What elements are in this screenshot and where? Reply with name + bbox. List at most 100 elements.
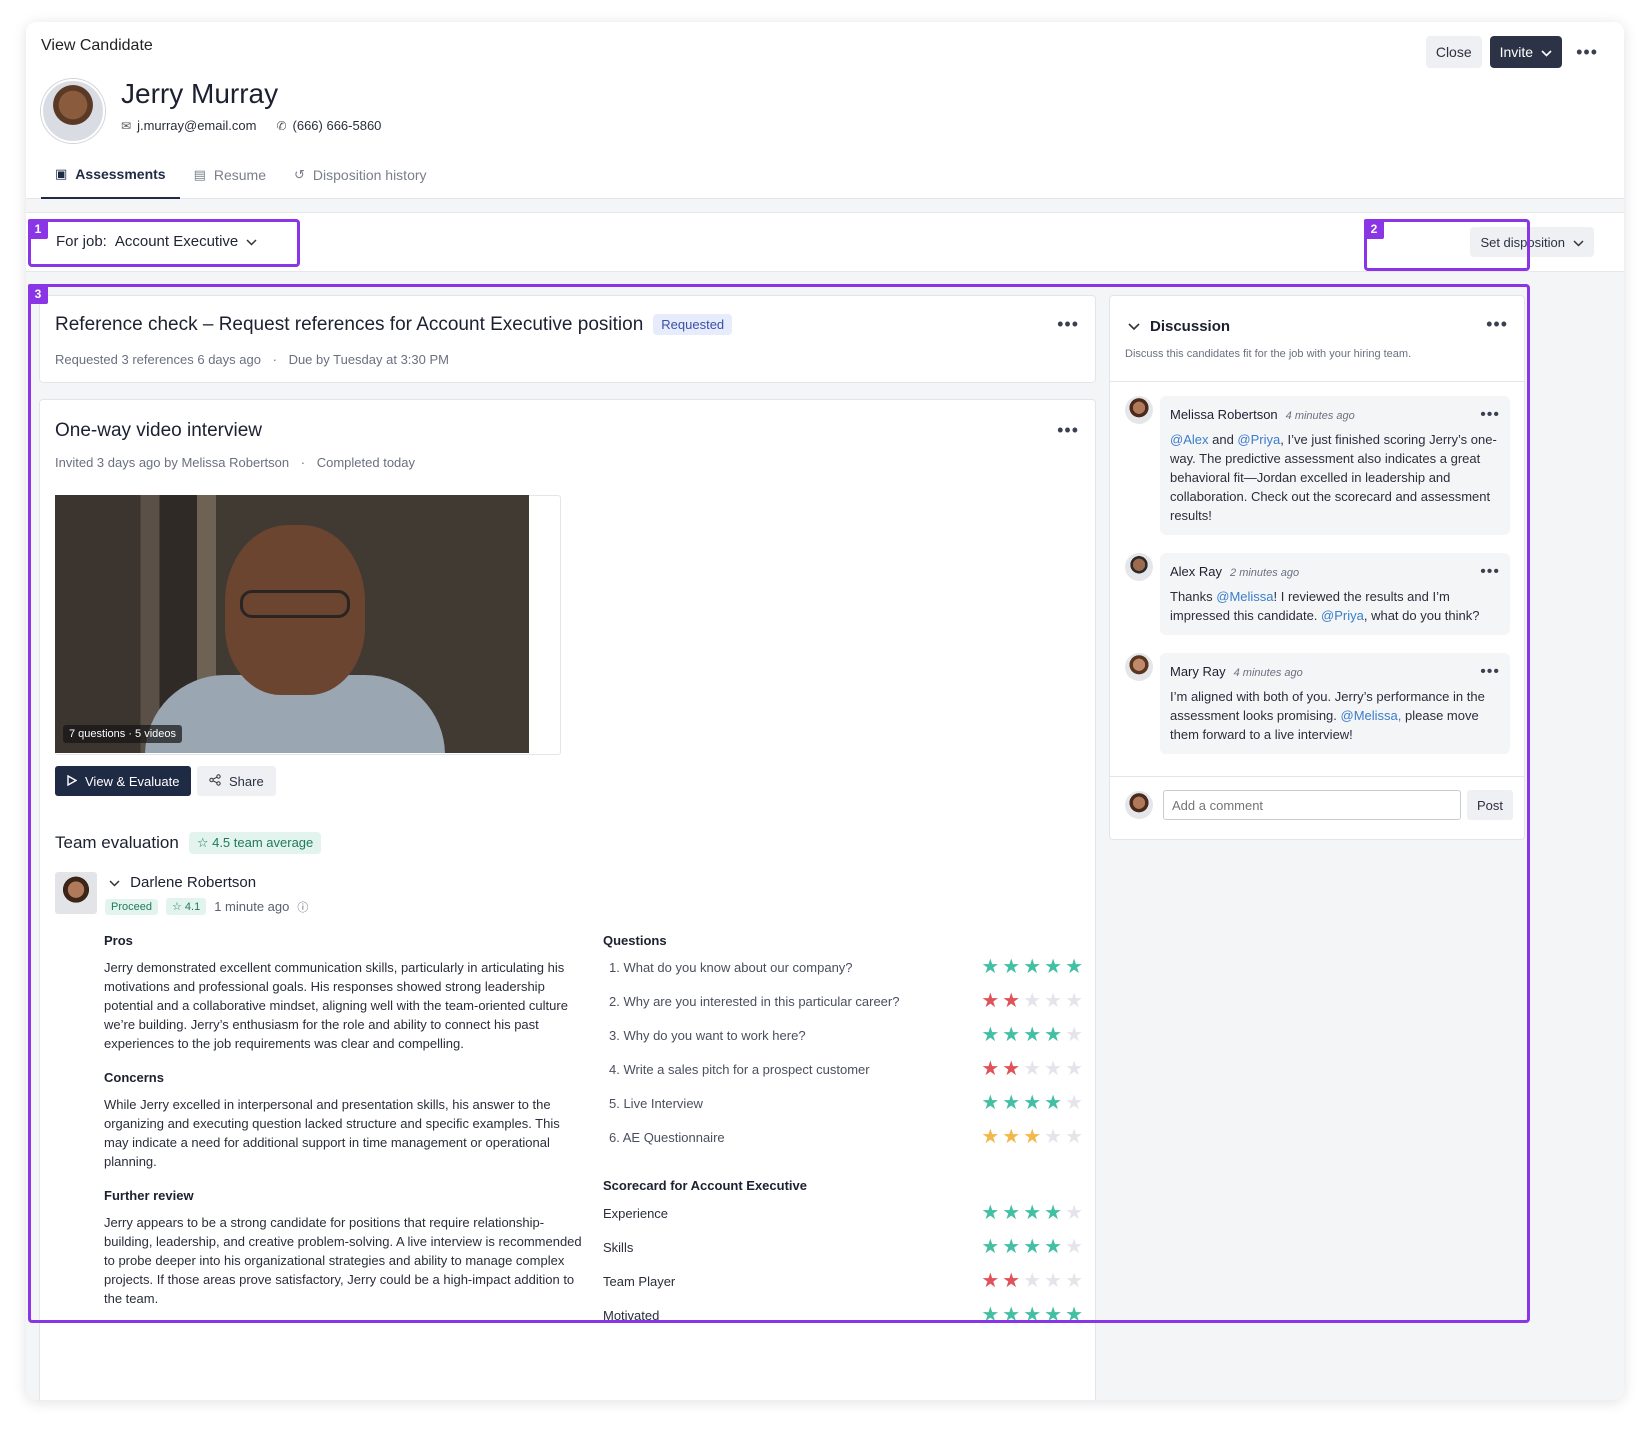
comment-author: Melissa Robertson: [1170, 407, 1278, 422]
comment-input[interactable]: [1163, 790, 1461, 820]
comment-body: Thanks @Melissa! I reviewed the results …: [1170, 587, 1500, 625]
comment-item: Melissa Robertson 4 minutes ago ••• @Ale…: [1160, 396, 1510, 535]
share-button[interactable]: Share: [197, 766, 276, 796]
star-filled-icon: ★: [1002, 1270, 1021, 1292]
question-ratings-list: 1. What do you know about our company? ★ ★…: [603, 950, 1083, 1154]
rating-label[interactable]: 4. Write a sales pitch for a prospect cu…: [609, 1062, 870, 1077]
star-empty-icon: ★: [1065, 1126, 1083, 1148]
mail-icon: ✉: [121, 119, 132, 133]
comment-body: I’m aligned with both of you. Jerry’s pe…: [1170, 687, 1500, 744]
star-filled-icon: ★: [1002, 1202, 1021, 1224]
questions-heading: Questions: [603, 933, 667, 948]
separator: ·: [272, 352, 277, 367]
tab-assessments[interactable]: ▣ Assessments: [41, 150, 180, 199]
star-filled-icon: ★: [1002, 990, 1021, 1012]
star-rating: ★ ★ ★ ★ ★: [981, 1305, 1083, 1322]
rating-label[interactable]: 5. Live Interview: [609, 1096, 703, 1111]
mention-link[interactable]: @Melissa: [1216, 589, 1273, 604]
job-selector[interactable]: For job: Account Executive: [56, 233, 257, 250]
completed-text: Completed today: [316, 455, 416, 470]
rating-label[interactable]: 3. Why do you want to work here?: [609, 1028, 806, 1043]
tab-label: Disposition history: [312, 166, 427, 183]
more-icon[interactable]: •••: [1057, 314, 1079, 335]
candidate-contact: ✉ j.murray@email.com ✆ (666) 666-5860: [121, 118, 381, 133]
more-icon[interactable]: •••: [1480, 663, 1500, 681]
rating-row: 2. Why are you interested in this partic…: [603, 984, 1083, 1018]
mention-link[interactable]: @Priya: [1321, 608, 1364, 623]
team-evaluation-heading: Team evaluation ☆ 4.5 team average: [55, 832, 322, 854]
rating-row: Motivated ★ ★ ★ ★ ★: [603, 1298, 1083, 1322]
discussion-toggle[interactable]: Discussion: [1128, 318, 1230, 335]
star-filled-icon: ★: [981, 1092, 1000, 1114]
mention-link[interactable]: @Melissa,: [1341, 708, 1402, 723]
star-filled-icon: ★: [981, 1236, 1000, 1258]
invite-label: Invite: [1499, 44, 1534, 60]
star-filled-icon: ★: [1023, 1126, 1042, 1148]
post-button[interactable]: Post: [1466, 790, 1513, 820]
star-filled-icon: ★: [981, 956, 1000, 978]
chevron-down-icon: [1573, 235, 1584, 250]
rating-row: 1. What do you know about our company? ★ ★…: [603, 950, 1083, 984]
video-thumbnail[interactable]: 7 questions · 5 videos: [55, 495, 529, 753]
rating-row: 3. Why do you want to work here? ★ ★ ★ ★ ★: [603, 1018, 1083, 1052]
comment-time: 4 minutes ago: [1285, 410, 1355, 422]
star-filled-icon: ★: [1002, 1304, 1021, 1322]
mention-link[interactable]: @Priya: [1237, 432, 1280, 447]
contact-email[interactable]: ✉ j.murray@email.com: [121, 118, 256, 133]
evaluator-name: Darlene Robertson: [130, 874, 257, 891]
star-empty-icon: ★: [1023, 990, 1042, 1012]
comment-composer: Post: [1125, 790, 1513, 822]
close-button[interactable]: Close: [1425, 36, 1482, 68]
star-filled-icon: ★: [1023, 1202, 1042, 1224]
rating-label[interactable]: 2. Why are you interested in this partic…: [609, 994, 899, 1009]
tab-disposition-history[interactable]: ↺ Disposition history: [280, 150, 441, 199]
separator: ·: [300, 455, 306, 470]
info-icon[interactable]: ⓘ: [297, 899, 308, 915]
star-icon: ☆: [171, 901, 185, 913]
more-icon[interactable]: •••: [1486, 314, 1508, 335]
page-title: View Candidate: [41, 37, 153, 54]
team-evaluation-title: Team evaluation: [55, 833, 179, 852]
mention-link[interactable]: @Alex: [1170, 432, 1209, 447]
document-icon: ▤: [193, 166, 206, 182]
star-rating: ★ ★ ★ ★ ★: [981, 1237, 1083, 1257]
more-icon[interactable]: •••: [1480, 563, 1500, 581]
reference-check-card: Reference check – Request references for…: [39, 295, 1096, 383]
video-interview-title: One-way video interview: [55, 420, 262, 441]
rating-label[interactable]: 6. AE Questionnaire: [609, 1130, 725, 1145]
reference-requested: Requested 3 references 6 days ago: [55, 352, 261, 367]
play-icon: [67, 774, 78, 789]
star-filled-icon: ★: [1044, 1024, 1063, 1046]
star-filled-icon: ★: [1002, 1024, 1021, 1046]
star-empty-icon: ★: [1044, 1058, 1063, 1080]
view-evaluate-button[interactable]: View & Evaluate: [55, 766, 192, 796]
star-empty-icon: ★: [1044, 990, 1063, 1012]
more-icon[interactable]: •••: [1570, 43, 1604, 61]
star-filled-icon: ★: [1044, 1202, 1063, 1224]
divider: [1110, 381, 1524, 382]
star-empty-icon: ★: [1065, 1202, 1083, 1224]
share-label: Share: [229, 773, 264, 789]
header-actions: Close Invite •••: [1425, 36, 1604, 68]
more-icon[interactable]: •••: [1480, 406, 1500, 424]
rating-row: Experience ★ ★ ★ ★ ★: [603, 1196, 1083, 1230]
comment-header: Mary Ray 4 minutes ago •••: [1170, 663, 1500, 681]
concerns-text: While Jerry excelled in interpersonal an…: [104, 1097, 560, 1169]
more-icon[interactable]: •••: [1057, 420, 1079, 441]
history-icon: ↺: [294, 166, 305, 182]
video-count-label: 7 questions · 5 videos: [63, 725, 183, 743]
further-review-text: Jerry appears to be a strong candidate f…: [104, 1215, 582, 1306]
invite-button[interactable]: Invite: [1489, 36, 1563, 68]
set-disposition-button[interactable]: Set disposition: [1470, 227, 1594, 257]
tab-resume[interactable]: ▤ Resume: [180, 150, 280, 199]
scorecard-ratings-list: Experience ★ ★ ★ ★ ★ Skills ★ ★ ★ ★ ★ Team Player ★ ★ ★…: [603, 1196, 1083, 1322]
star-rating: ★ ★ ★ ★ ★: [981, 1025, 1083, 1045]
evaluator-toggle[interactable]: Darlene Robertson: [109, 874, 256, 891]
job-name: Account Executive: [114, 233, 239, 250]
contact-phone[interactable]: ✆ (666) 666-5860: [276, 118, 381, 133]
discussion-subtitle: Discuss this candidates fit for the job …: [1125, 348, 1412, 360]
discussion-panel: Discussion ••• Discuss this candidates f…: [1109, 295, 1525, 840]
rating-label[interactable]: 1. What do you know about our company?: [609, 960, 853, 975]
comment-author: Alex Ray: [1170, 564, 1223, 579]
invited-text: Invited 3 days ago by Melissa Robertson: [55, 455, 290, 470]
